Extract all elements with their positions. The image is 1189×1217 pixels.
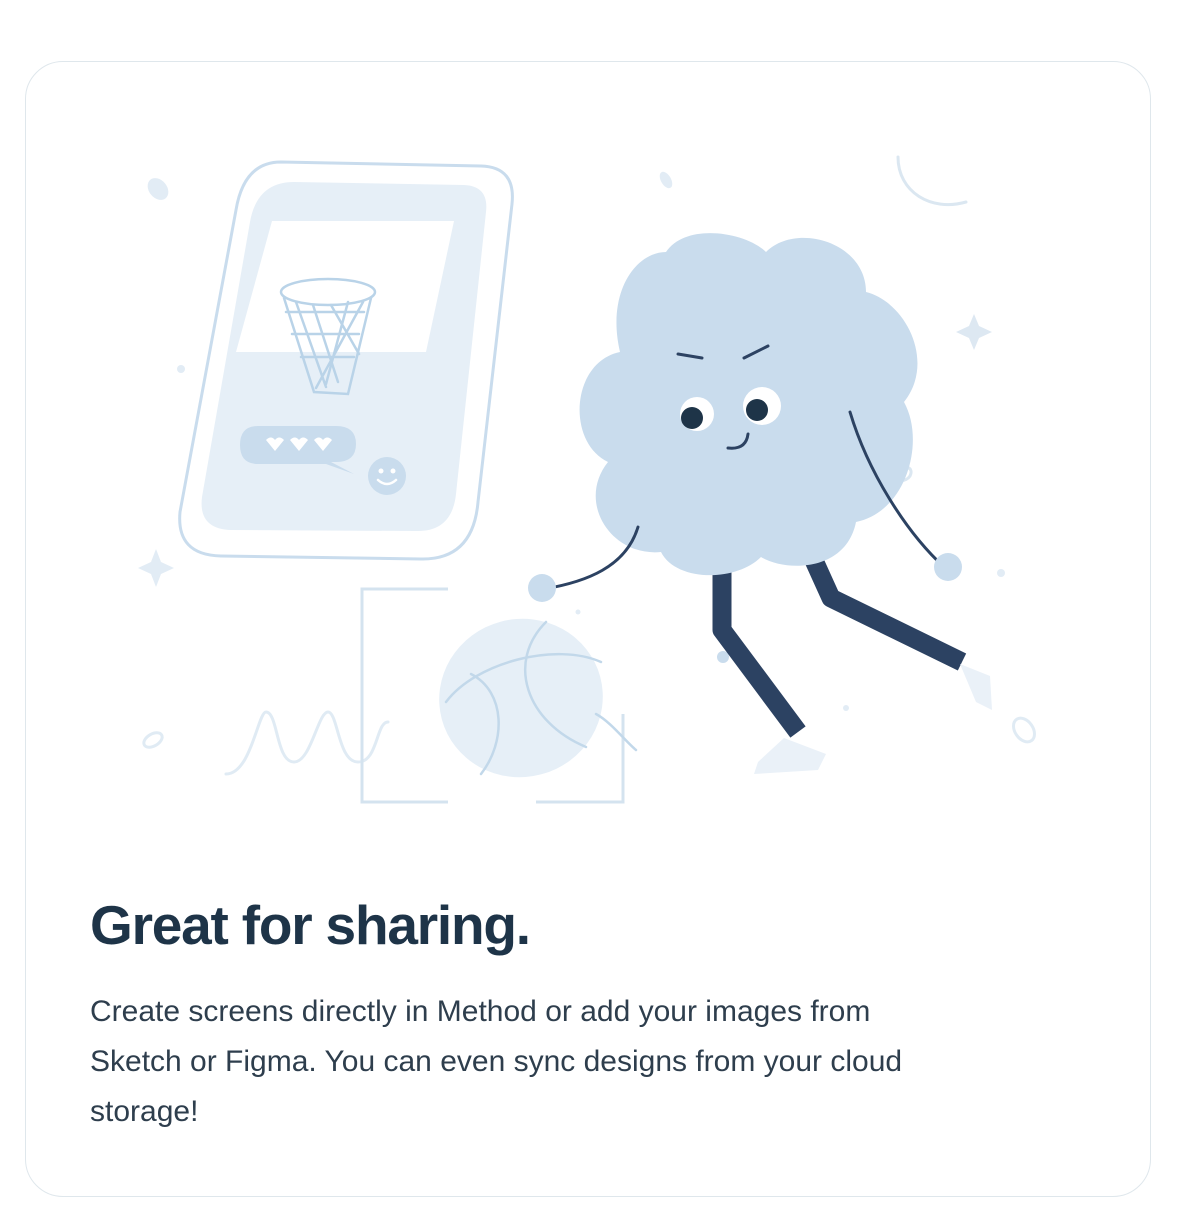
sharing-illustration bbox=[138, 155, 1036, 804]
smiley-icon bbox=[368, 457, 406, 495]
feature-card: Great for sharing. Create screens direct… bbox=[25, 61, 1151, 1197]
sparkle-icon bbox=[956, 314, 992, 350]
card-title: Great for sharing. bbox=[90, 894, 531, 956]
card-description: Create screens directly in Method or add… bbox=[90, 995, 903, 1128]
phone-icon bbox=[178, 160, 514, 561]
cloud-character bbox=[528, 233, 1036, 774]
basketball-icon bbox=[439, 618, 638, 778]
sparkle-icon bbox=[138, 549, 174, 587]
loop-decoration bbox=[142, 731, 164, 749]
arc-decoration bbox=[896, 155, 968, 207]
scribble bbox=[224, 710, 390, 776]
